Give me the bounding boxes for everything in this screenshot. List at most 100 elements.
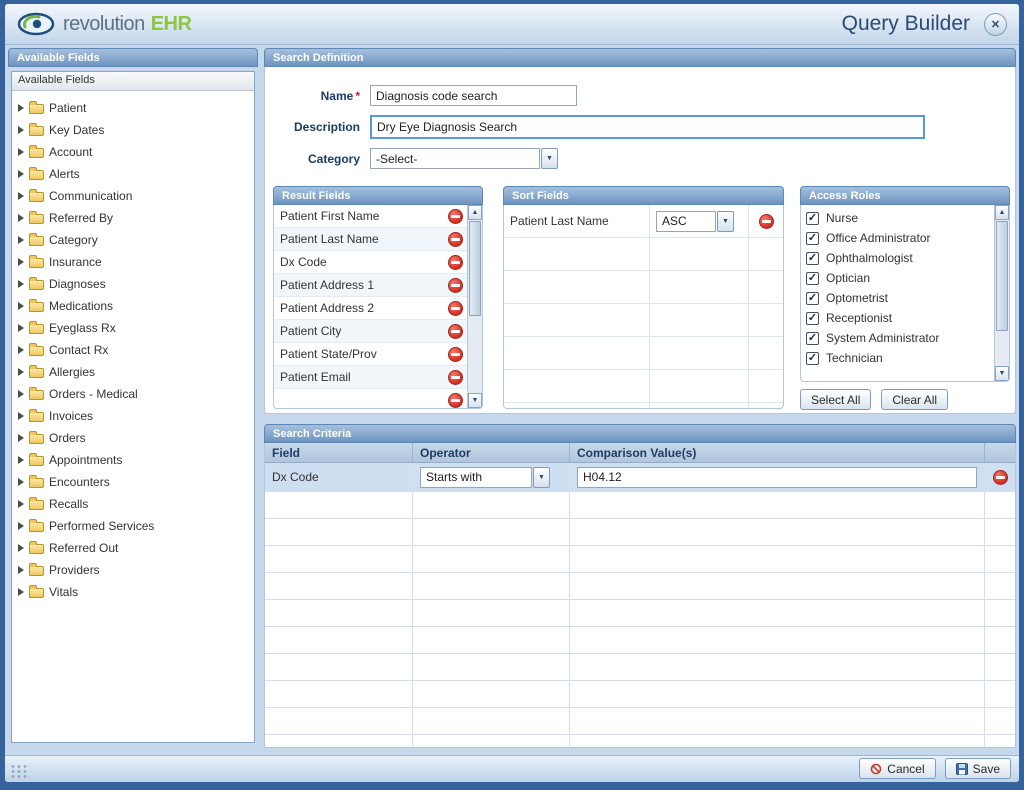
sidebar-item-encounters[interactable]: Encounters <box>14 471 252 493</box>
result-fields-scrollbar[interactable] <box>467 205 482 408</box>
comparison-value-input[interactable] <box>577 467 977 488</box>
expand-arrow-icon[interactable] <box>18 126 24 134</box>
checkbox-checked-icon[interactable] <box>806 212 819 225</box>
scrollbar-thumb[interactable] <box>469 221 481 316</box>
sidebar-item-invoices[interactable]: Invoices <box>14 405 252 427</box>
result-field-row[interactable]: Dx Code <box>274 251 467 274</box>
checkbox-checked-icon[interactable] <box>806 252 819 265</box>
result-field-row[interactable]: Patient Last Name <box>274 228 467 251</box>
sidebar-item-performed-services[interactable]: Performed Services <box>14 515 252 537</box>
scroll-down-icon[interactable] <box>468 393 482 408</box>
result-field-row[interactable]: Patient Address 1 <box>274 274 467 297</box>
remove-icon[interactable] <box>448 370 463 385</box>
criteria-row[interactable]: Dx Code Starts with <box>265 463 1015 492</box>
remove-icon[interactable] <box>448 209 463 224</box>
expand-arrow-icon[interactable] <box>18 192 24 200</box>
checkbox-checked-icon[interactable] <box>806 312 819 325</box>
sidebar-item-key-dates[interactable]: Key Dates <box>14 119 252 141</box>
expand-arrow-icon[interactable] <box>18 456 24 464</box>
scrollbar-thumb[interactable] <box>996 221 1008 331</box>
expand-arrow-icon[interactable] <box>18 170 24 178</box>
checkbox-checked-icon[interactable] <box>806 332 819 345</box>
checkbox-checked-icon[interactable] <box>806 272 819 285</box>
save-button[interactable]: Save <box>945 758 1011 779</box>
role-row-receptionist[interactable]: Receptionist <box>801 308 994 328</box>
remove-icon[interactable] <box>759 214 774 229</box>
scroll-up-icon[interactable] <box>995 205 1009 220</box>
result-field-row-partial[interactable] <box>274 389 467 409</box>
operator-select[interactable]: Starts with <box>420 467 550 488</box>
sidebar-item-diagnoses[interactable]: Diagnoses <box>14 273 252 295</box>
sidebar-item-contact-rx[interactable]: Contact Rx <box>14 339 252 361</box>
sidebar-item-communication[interactable]: Communication <box>14 185 252 207</box>
expand-arrow-icon[interactable] <box>18 500 24 508</box>
role-row-optometrist[interactable]: Optometrist <box>801 288 994 308</box>
sidebar-item-recalls[interactable]: Recalls <box>14 493 252 515</box>
expand-arrow-icon[interactable] <box>18 390 24 398</box>
description-input[interactable] <box>370 115 925 139</box>
chevron-down-icon[interactable] <box>541 148 558 169</box>
result-field-row[interactable]: Patient First Name <box>274 205 467 228</box>
role-row-technician[interactable]: Technician <box>801 348 994 368</box>
sidebar-item-category[interactable]: Category <box>14 229 252 251</box>
sidebar-item-appointments[interactable]: Appointments <box>14 449 252 471</box>
expand-arrow-icon[interactable] <box>18 214 24 222</box>
expand-arrow-icon[interactable] <box>18 588 24 596</box>
expand-arrow-icon[interactable] <box>18 412 24 420</box>
expand-arrow-icon[interactable] <box>18 236 24 244</box>
chevron-down-icon[interactable] <box>717 211 734 232</box>
sort-direction-select[interactable]: ASC <box>656 211 734 232</box>
expand-arrow-icon[interactable] <box>18 434 24 442</box>
expand-arrow-icon[interactable] <box>18 302 24 310</box>
result-field-row[interactable]: Patient Address 2 <box>274 297 467 320</box>
chevron-down-icon[interactable] <box>533 467 550 488</box>
sidebar-item-patient[interactable]: Patient <box>14 97 252 119</box>
select-all-button[interactable]: Select All <box>800 389 871 410</box>
remove-icon[interactable] <box>448 278 463 293</box>
expand-arrow-icon[interactable] <box>18 104 24 112</box>
role-row-system-administrator[interactable]: System Administrator <box>801 328 994 348</box>
expand-arrow-icon[interactable] <box>18 346 24 354</box>
remove-icon[interactable] <box>448 347 463 362</box>
expand-arrow-icon[interactable] <box>18 478 24 486</box>
checkbox-checked-icon[interactable] <box>806 292 819 305</box>
expand-arrow-icon[interactable] <box>18 324 24 332</box>
result-field-row[interactable]: Patient Email <box>274 366 467 389</box>
remove-icon[interactable] <box>448 324 463 339</box>
cancel-button[interactable]: Cancel <box>859 758 935 779</box>
scroll-up-icon[interactable] <box>468 205 482 220</box>
clear-all-button[interactable]: Clear All <box>881 389 948 410</box>
role-row-nurse[interactable]: Nurse <box>801 208 994 228</box>
result-field-row[interactable]: Patient City <box>274 320 467 343</box>
checkbox-checked-icon[interactable] <box>806 352 819 365</box>
resize-grip[interactable] <box>10 764 30 778</box>
expand-arrow-icon[interactable] <box>18 368 24 376</box>
sidebar-item-referred-by[interactable]: Referred By <box>14 207 252 229</box>
expand-arrow-icon[interactable] <box>18 544 24 552</box>
sidebar-item-alerts[interactable]: Alerts <box>14 163 252 185</box>
scroll-down-icon[interactable] <box>995 366 1009 381</box>
expand-arrow-icon[interactable] <box>18 258 24 266</box>
result-field-row[interactable]: Patient State/Prov <box>274 343 467 366</box>
checkbox-checked-icon[interactable] <box>806 232 819 245</box>
expand-arrow-icon[interactable] <box>18 280 24 288</box>
expand-arrow-icon[interactable] <box>18 148 24 156</box>
access-roles-scrollbar[interactable] <box>994 205 1009 381</box>
close-icon[interactable] <box>984 13 1007 36</box>
sidebar-item-providers[interactable]: Providers <box>14 559 252 581</box>
category-select[interactable]: -Select- <box>370 148 558 169</box>
remove-icon[interactable] <box>448 255 463 270</box>
remove-icon[interactable] <box>993 470 1008 485</box>
sidebar-item-vitals[interactable]: Vitals <box>14 581 252 603</box>
sidebar-item-eyeglass-rx[interactable]: Eyeglass Rx <box>14 317 252 339</box>
sidebar-item-orders-medical[interactable]: Orders - Medical <box>14 383 252 405</box>
sidebar-item-insurance[interactable]: Insurance <box>14 251 252 273</box>
sidebar-item-referred-out[interactable]: Referred Out <box>14 537 252 559</box>
name-input[interactable] <box>370 85 577 106</box>
remove-icon[interactable] <box>448 232 463 247</box>
role-row-ophthalmologist[interactable]: Ophthalmologist <box>801 248 994 268</box>
sidebar-item-allergies[interactable]: Allergies <box>14 361 252 383</box>
role-row-optician[interactable]: Optician <box>801 268 994 288</box>
remove-icon[interactable] <box>448 301 463 316</box>
sidebar-item-medications[interactable]: Medications <box>14 295 252 317</box>
